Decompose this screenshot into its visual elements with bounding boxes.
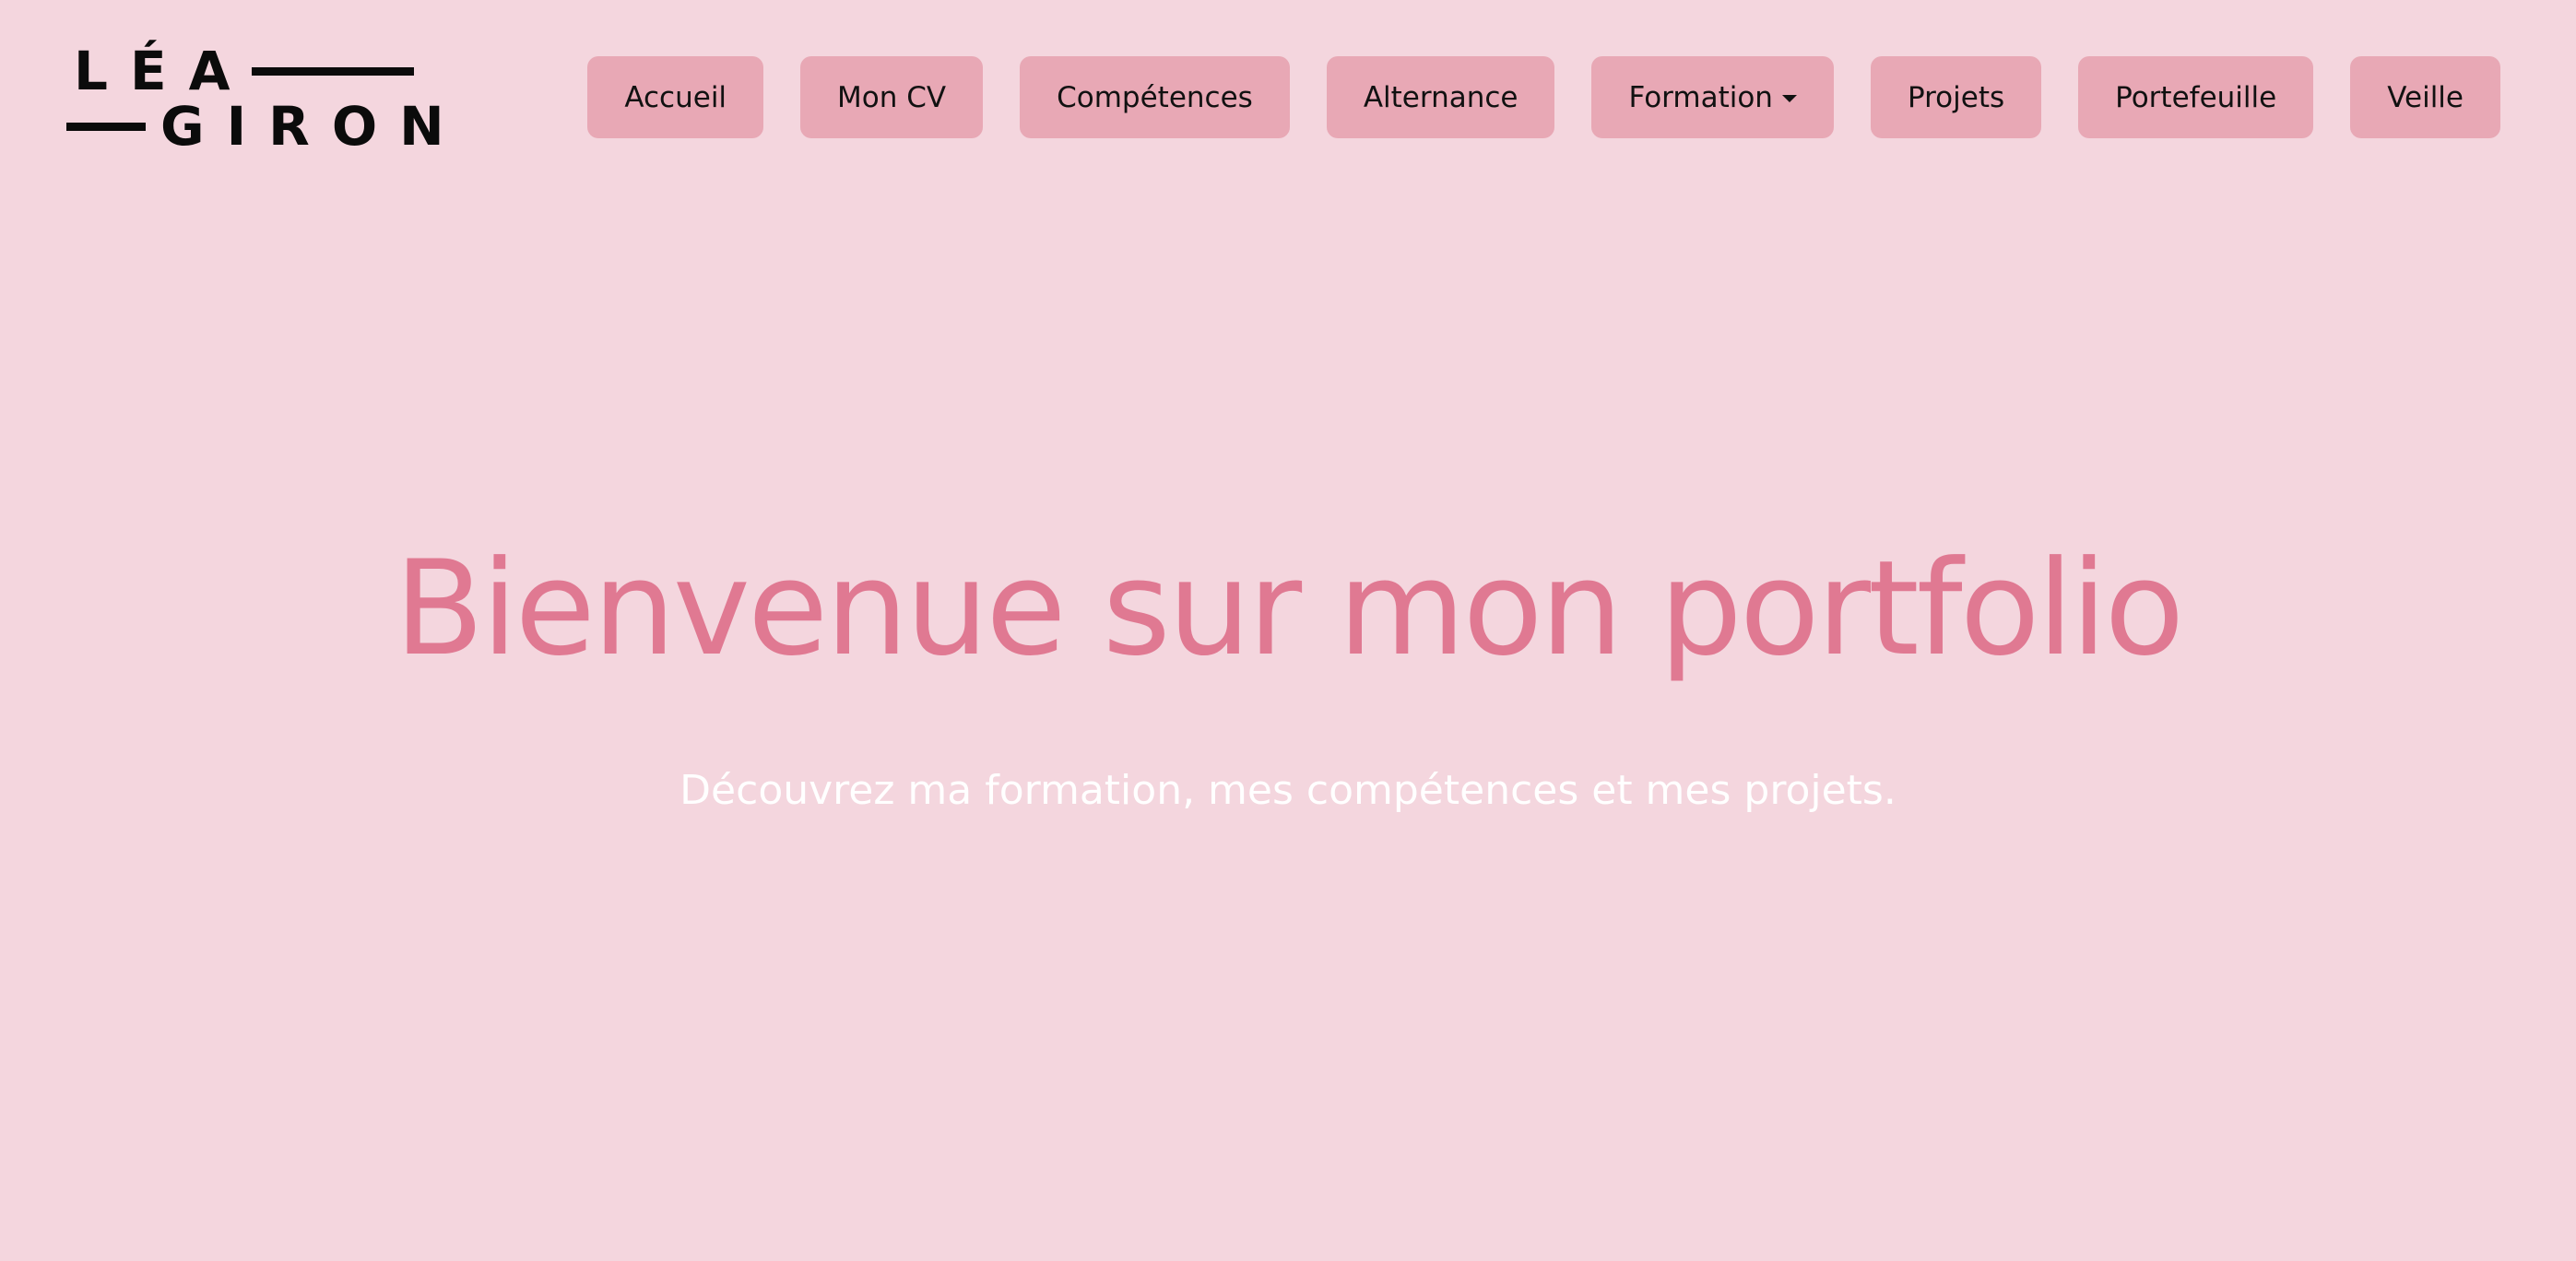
nav-accueil-button[interactable]: Accueil xyxy=(587,56,764,138)
logo-bar-bottom xyxy=(66,122,146,131)
nav-label: Projets xyxy=(1907,80,2005,114)
nav-label: Alternance xyxy=(1363,80,1518,114)
nav-veille-button[interactable]: Veille xyxy=(2350,56,2500,138)
nav-label: Accueil xyxy=(624,80,727,114)
site-logo[interactable]: LÉA GIRON xyxy=(66,44,444,153)
nav-formation-dropdown[interactable]: Formation xyxy=(1591,56,1834,138)
logo-top-row: LÉA xyxy=(74,40,415,102)
nav-portefeuille-button[interactable]: Portefeuille xyxy=(2078,56,2314,138)
nav-label: Compétences xyxy=(1057,80,1253,114)
logo-last-name: GIRON xyxy=(160,95,467,158)
caret-down-icon xyxy=(1781,94,1797,102)
nav-label: Veille xyxy=(2387,80,2464,114)
nav-label: Mon CV xyxy=(837,80,947,114)
nav-projets-button[interactable]: Projets xyxy=(1870,56,2042,138)
hero-subtitle: Découvrez ma formation, mes compétences … xyxy=(679,767,1897,814)
nav-alternance-button[interactable]: Alternance xyxy=(1326,56,1555,138)
nav-competences-button[interactable]: Compétences xyxy=(1020,56,1290,138)
nav-label: Portefeuille xyxy=(2115,80,2277,114)
nav-mon-cv-button[interactable]: Mon CV xyxy=(800,56,984,138)
nav-label: Formation xyxy=(1628,80,1773,114)
logo-bar-top xyxy=(252,66,415,76)
logo-first-name: LÉA xyxy=(74,40,253,102)
main-nav: Accueil Mon CV Compétences Alternance Fo… xyxy=(587,56,2500,138)
hero-title: Bienvenue sur mon portfolio xyxy=(394,533,2185,685)
logo-bottom-row: GIRON xyxy=(66,100,467,153)
